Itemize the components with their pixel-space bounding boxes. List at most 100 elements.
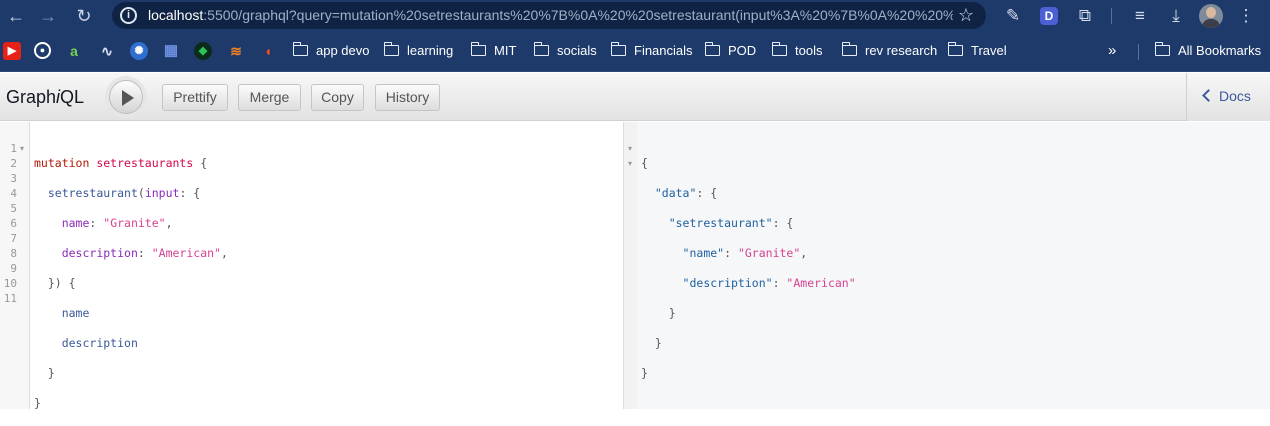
argument-input: input [144,186,180,200]
address-bar[interactable]: i localhost:5500/graphql?query=mutation%… [112,2,986,29]
punctuation: }) { [47,276,76,290]
puzzle-icon[interactable]: ⧉ [1074,4,1096,28]
avatar-head-shape [1206,7,1216,18]
figma-icon[interactable]: ◖ [259,42,277,60]
input-value-name: "Granite" [103,216,166,230]
back-arrow-icon[interactable]: ← [4,4,28,28]
star-icon[interactable]: ☆ [958,4,974,26]
stackoverflow-icon[interactable]: ≋ [227,42,245,60]
bookmark-folder-financials[interactable]: Financials [610,41,693,61]
result-key-setrestaurant: "setrestaurant" [668,216,773,230]
kebab-menu-icon[interactable]: ⋮ [1235,4,1257,28]
bookmark-label: learning [407,43,454,58]
url-text[interactable]: localhost:5500/graphql?query=mutation%20… [148,7,953,25]
extension-d-label: D [1044,9,1054,23]
result-key-description: "description" [682,276,773,290]
chevron-left-icon [1202,89,1215,102]
query-editor[interactable]: mutation setrestaurants { setrestaurant(… [34,141,228,426]
info-icon[interactable]: i [120,7,137,24]
history-button[interactable]: History [375,84,440,111]
profile-avatar[interactable] [1199,4,1223,28]
zapier-icon[interactable]: ∿ [98,42,116,60]
line-number: 3 [10,172,17,185]
bookmark-label: socials [557,43,597,58]
extension-d-icon[interactable]: D [1040,7,1058,25]
punctuation: } [34,396,41,410]
bookmark-folder-mit[interactable]: MIT [470,41,517,61]
code-line-2: setrestaurant(input: { [34,186,228,201]
line-number: 1 [10,142,17,155]
line-number: 6 [10,217,17,230]
folder-icon [533,42,549,56]
bookmark-folder-tools[interactable]: tools [771,41,822,61]
code-line-3: name: "Granite", [34,216,228,231]
copy-button[interactable]: Copy [311,84,364,111]
eyedropper-icon[interactable]: ✎ [1003,4,1023,28]
folder-icon [947,42,963,56]
bookmark-folder-pod[interactable]: POD [704,41,756,61]
title-suffix: QL [60,87,85,107]
line-number: 2 [10,157,17,170]
punctuation: : [137,246,152,260]
merge-button[interactable]: Merge [238,84,301,111]
code-line-5: }) { [34,276,228,291]
folder-icon [704,42,720,56]
folder-icon [383,42,399,56]
fold-arrow-icon[interactable]: ▾ [628,141,632,156]
bookmark-label: rev research [865,43,938,58]
forward-arrow-icon[interactable]: → [36,4,60,28]
field-setrestaurant: setrestaurant [47,186,138,200]
line-number: 10 [3,277,17,290]
youtube-icon[interactable]: ▶ [3,42,21,60]
download-icon[interactable]: ⤓ [1165,4,1187,28]
folder-icon [470,42,486,56]
playlist-icon[interactable]: ≡ [1129,4,1151,28]
fold-arrow-icon[interactable]: ▾ [20,141,24,156]
punctuation: : { [179,186,201,200]
bookmark-folder-learning[interactable]: learning [383,41,454,61]
bookmark-folder-app-devo[interactable]: app devo [292,41,370,61]
result-line-2: "data": { [654,186,718,200]
bookmarks-divider [1138,44,1139,60]
bookmark-folder-travel[interactable]: Travel [947,41,1007,61]
code-line-1: mutation setrestaurants { [34,156,228,171]
all-bookmarks-button[interactable]: All Bookmarks [1154,41,1262,61]
graphiql-title: GraphiQL [6,87,84,108]
github-icon[interactable]: ● [34,42,51,59]
line-number: 9 [10,262,17,275]
input-key-name: name [61,216,90,230]
execute-query-button[interactable] [109,80,143,114]
punctuation: { [641,156,648,170]
result-line-7: } [641,336,856,351]
result-line-6: } [641,306,856,321]
result-line-8: } [641,366,856,381]
fold-arrow-icon[interactable]: ▾ [628,156,632,171]
mongodb-icon[interactable]: ◆ [194,42,212,60]
bookmark-folder-socials[interactable]: socials [533,41,597,61]
docs-button[interactable]: Docs [1186,73,1270,121]
bookmark-label: MIT [494,43,517,58]
grid-apps-icon[interactable]: ▦ [162,42,180,60]
line-number: 8 [10,247,17,260]
line-number: 4 [10,187,17,200]
reload-icon[interactable]: ↻ [72,4,96,28]
keyword-mutation: mutation [34,156,90,170]
folder-icon [610,42,626,56]
docs-label: Docs [1219,88,1251,104]
title-prefix: Graph [6,87,57,107]
punctuation: } [641,366,648,380]
bookmark-label: app devo [316,43,370,58]
android-studio-icon[interactable]: a [65,42,83,60]
prettify-button[interactable]: Prettify [162,84,228,111]
bookmarks-overflow-button[interactable]: » [1108,41,1116,61]
punctuation: , [220,246,228,260]
punctuation: : [89,216,104,230]
result-key-data: "data" [654,186,697,200]
punctuation: } [47,366,55,380]
bookmark-folder-rev-research[interactable]: rev research [841,41,938,61]
punctuation: , [165,216,173,230]
all-bookmarks-label: All Bookmarks [1178,43,1262,58]
settings-app-icon[interactable]: ✺ [130,42,148,60]
url-path: :5500/graphql?query=mutation%20setrestau… [203,7,953,23]
browser-toolbar: ← → ↻ i localhost:5500/graphql?query=mut… [0,0,1270,32]
